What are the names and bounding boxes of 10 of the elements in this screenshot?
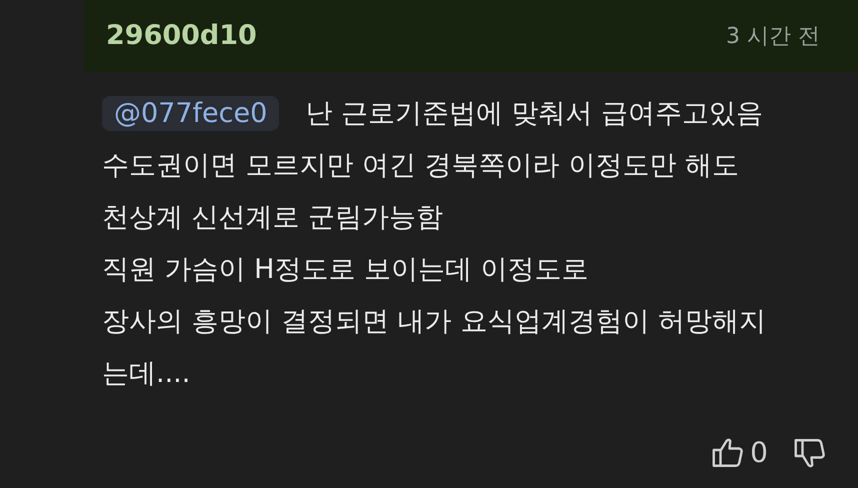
timestamp: 3 시간 전: [726, 22, 820, 50]
comment-text: 천상계 신선계로 군림가능함: [102, 201, 444, 235]
comment-text: 직원 가슴이 H정도로 보이는데 이정도로: [102, 253, 590, 287]
mention-tag[interactable]: @077fece0: [102, 96, 280, 131]
comment-text: 는데....: [102, 357, 192, 391]
like-count: 0: [750, 435, 768, 471]
comment-text: 장사의 흥망이 결정되면 내가 요식업계경험이 허망해지: [102, 305, 767, 339]
author-name[interactable]: 29600d10: [106, 16, 257, 56]
comment-text: 수도권이면 모르지만 여긴 경북쪽이라 이정도만 해도: [102, 149, 740, 183]
comment-text: 난 근로기준법에 맞춰서 급여주고있음: [305, 98, 764, 129]
